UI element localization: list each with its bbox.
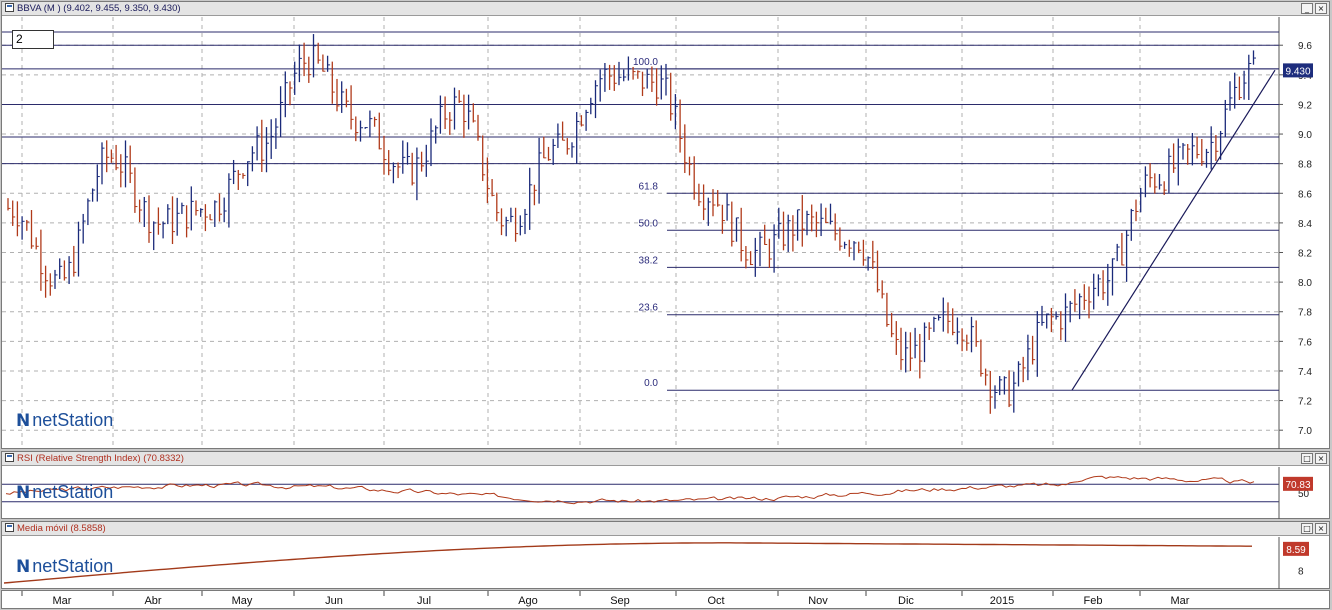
close-button[interactable]: × — [1315, 523, 1327, 534]
ma-value-label: 8.59 — [1286, 545, 1306, 556]
ma-panel-title: Media móvil — [17, 523, 68, 534]
rsi-line — [5, 475, 1255, 505]
price-panel-titlebar[interactable]: BBVA (M ) (9.402, 9.455, 9.350, 9.430) — [2, 2, 1329, 16]
x-tick-label: Feb — [1084, 595, 1103, 607]
x-tick-label: Mar — [53, 595, 72, 607]
rsi-panel: RSI (Relative Strength Index) (70.8332) … — [1, 451, 1330, 519]
x-tick-label: Sep — [610, 595, 630, 607]
maximize-button[interactable]: □ — [1301, 453, 1313, 464]
x-tick-label: Nov — [808, 595, 828, 607]
x-tick-label: May — [232, 595, 253, 607]
price-panel: BBVA (M ) (9.402, 9.455, 9.350, 9.430) _… — [1, 1, 1330, 449]
x-tick-label: Dic — [898, 595, 914, 607]
panel-icon — [5, 3, 14, 12]
rsi-chart: 5070.83 — [2, 467, 1313, 519]
rsi-panel-titlebar[interactable]: RSI (Relative Strength Index) (70.8332) — [2, 452, 1329, 466]
fib-level-label: 38.2 — [639, 255, 659, 266]
y-tick-label: 8.6 — [1298, 189, 1312, 200]
y-tick-label: 8.8 — [1298, 160, 1312, 171]
rsi-panel-value: (70.8332) — [143, 453, 184, 464]
maximize-button[interactable]: □ — [1301, 523, 1313, 534]
x-tick-label: Abr — [144, 595, 161, 607]
price-chart: 9.69.49.29.08.88.68.48.28.07.87.67.47.27… — [2, 17, 1313, 449]
logo-text: netStation — [32, 410, 114, 430]
y-tick-label: 8.0 — [1298, 278, 1312, 289]
period-input[interactable]: 2 — [12, 30, 54, 49]
logo-text: netStation — [32, 556, 114, 576]
fib-level-label: 50.0 — [639, 218, 659, 229]
netstation-logo: NnetStation — [16, 556, 113, 577]
y-tick-label: 8.4 — [1298, 219, 1312, 230]
logo-mark-icon: N — [16, 483, 31, 503]
ma-panel-value: (8.5858) — [70, 523, 106, 534]
y-tick-label: 9.2 — [1298, 100, 1312, 111]
fib-level-label: 23.6 — [639, 303, 659, 314]
last-price-label: 9.430 — [1285, 66, 1310, 77]
y-tick-label: 7.6 — [1298, 337, 1312, 348]
netstation-logo: NnetStation — [16, 482, 113, 503]
y-tick-label: 7.8 — [1298, 308, 1312, 319]
panel-icon — [5, 453, 14, 462]
close-button[interactable]: × — [1315, 3, 1327, 14]
y-tick-label: 7.0 — [1298, 426, 1312, 437]
logo-mark-icon: N — [16, 411, 31, 431]
close-button[interactable]: × — [1315, 453, 1327, 464]
logo-text: netStation — [32, 482, 114, 502]
ma-panel-titlebar[interactable]: Media móvil (8.5858) — [2, 522, 1329, 536]
logo-mark-icon: N — [16, 557, 31, 577]
y-tick-label: 7.2 — [1298, 397, 1312, 408]
minimize-button[interactable]: _ — [1301, 3, 1313, 14]
x-tick-label: Oct — [707, 595, 724, 607]
price-panel-ohlc: (9.402, 9.455, 9.350, 9.430) — [63, 3, 181, 14]
fib-level-label: 61.8 — [639, 181, 659, 192]
y-tick-label: 9.6 — [1298, 41, 1312, 52]
x-tick-label: Ago — [518, 595, 538, 607]
netstation-logo: NnetStation — [16, 410, 113, 431]
ma-panel: Media móvil (8.5858) □ × 8 8.59 NnetStati… — [1, 521, 1330, 589]
ma-line — [3, 542, 1252, 584]
x-axis: Mar Abr May Jun Jul Ago Sep Oct Nov Dic 2015 Feb Mar — [1, 590, 1330, 609]
y-tick-label: 8.2 — [1298, 249, 1312, 260]
panel-icon — [5, 523, 14, 532]
price-panel-title: BBVA (M ) — [17, 3, 61, 14]
ma-chart: 88.59 — [3, 537, 1309, 589]
ma-y-tick-label: 8 — [1298, 566, 1304, 577]
x-axis-labels: Mar Abr May Jun Jul Ago Sep Oct Nov Dic 2015 Feb Mar — [21, 591, 1190, 607]
fib-level-label: 0.0 — [644, 378, 658, 389]
rsi-value-label: 70.83 — [1285, 480, 1310, 491]
rsi-panel-title: RSI (Relative Strength Index) — [17, 453, 141, 464]
y-tick-label: 7.4 — [1298, 367, 1312, 378]
y-tick-label: 9.0 — [1298, 130, 1312, 141]
x-tick-label: 2015 — [990, 595, 1014, 607]
fib-level-label: 100.0 — [633, 57, 658, 68]
x-tick-label: Jun — [325, 595, 343, 607]
x-tick-label: Jul — [417, 595, 431, 607]
x-tick-label: Mar — [1171, 595, 1190, 607]
